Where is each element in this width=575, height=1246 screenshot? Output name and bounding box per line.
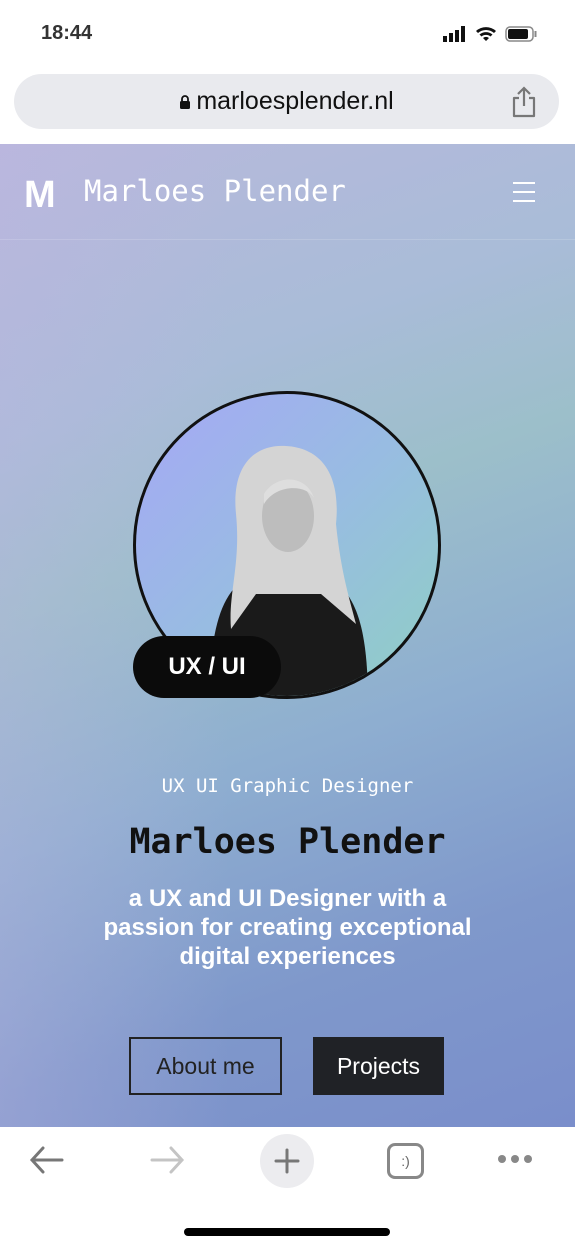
back-icon[interactable] (28, 1141, 66, 1179)
signal-icon (443, 26, 465, 42)
url-text: marloesplender.nl (196, 87, 394, 115)
clock: 18:44 (41, 22, 93, 44)
tabs-icon[interactable]: :) (387, 1143, 424, 1179)
hamburger-icon[interactable] (513, 182, 535, 209)
site-header: M Marloes Plender (0, 144, 575, 240)
website-page: M Marloes Plender UX / UI UX UI Graphic … (0, 144, 575, 1127)
site-brand[interactable]: Marloes Plender (84, 174, 346, 208)
about-me-button[interactable]: About me (129, 1037, 282, 1095)
role-subtitle: UX UI Graphic Designer (161, 775, 414, 797)
projects-button[interactable]: Projects (313, 1037, 444, 1095)
address-bar[interactable]: marloesplender.nl (14, 74, 559, 129)
share-icon[interactable] (511, 86, 537, 118)
new-tab-button[interactable] (260, 1134, 314, 1188)
more-icon[interactable] (496, 1153, 536, 1165)
role-badge: UX / UI (133, 636, 281, 698)
site-logo[interactable]: M (24, 174, 56, 217)
status-bar: 18:44 (0, 0, 575, 70)
lock-icon (180, 94, 191, 109)
forward-icon[interactable] (148, 1141, 186, 1179)
wifi-icon (476, 27, 496, 41)
hero-tagline: a UX and UI Designer with a passion for … (103, 885, 472, 970)
new-tab-icon (274, 1148, 300, 1174)
battery-icon (505, 26, 537, 42)
home-indicator (184, 1228, 390, 1236)
hero-name: Marloes Plender (129, 822, 446, 862)
